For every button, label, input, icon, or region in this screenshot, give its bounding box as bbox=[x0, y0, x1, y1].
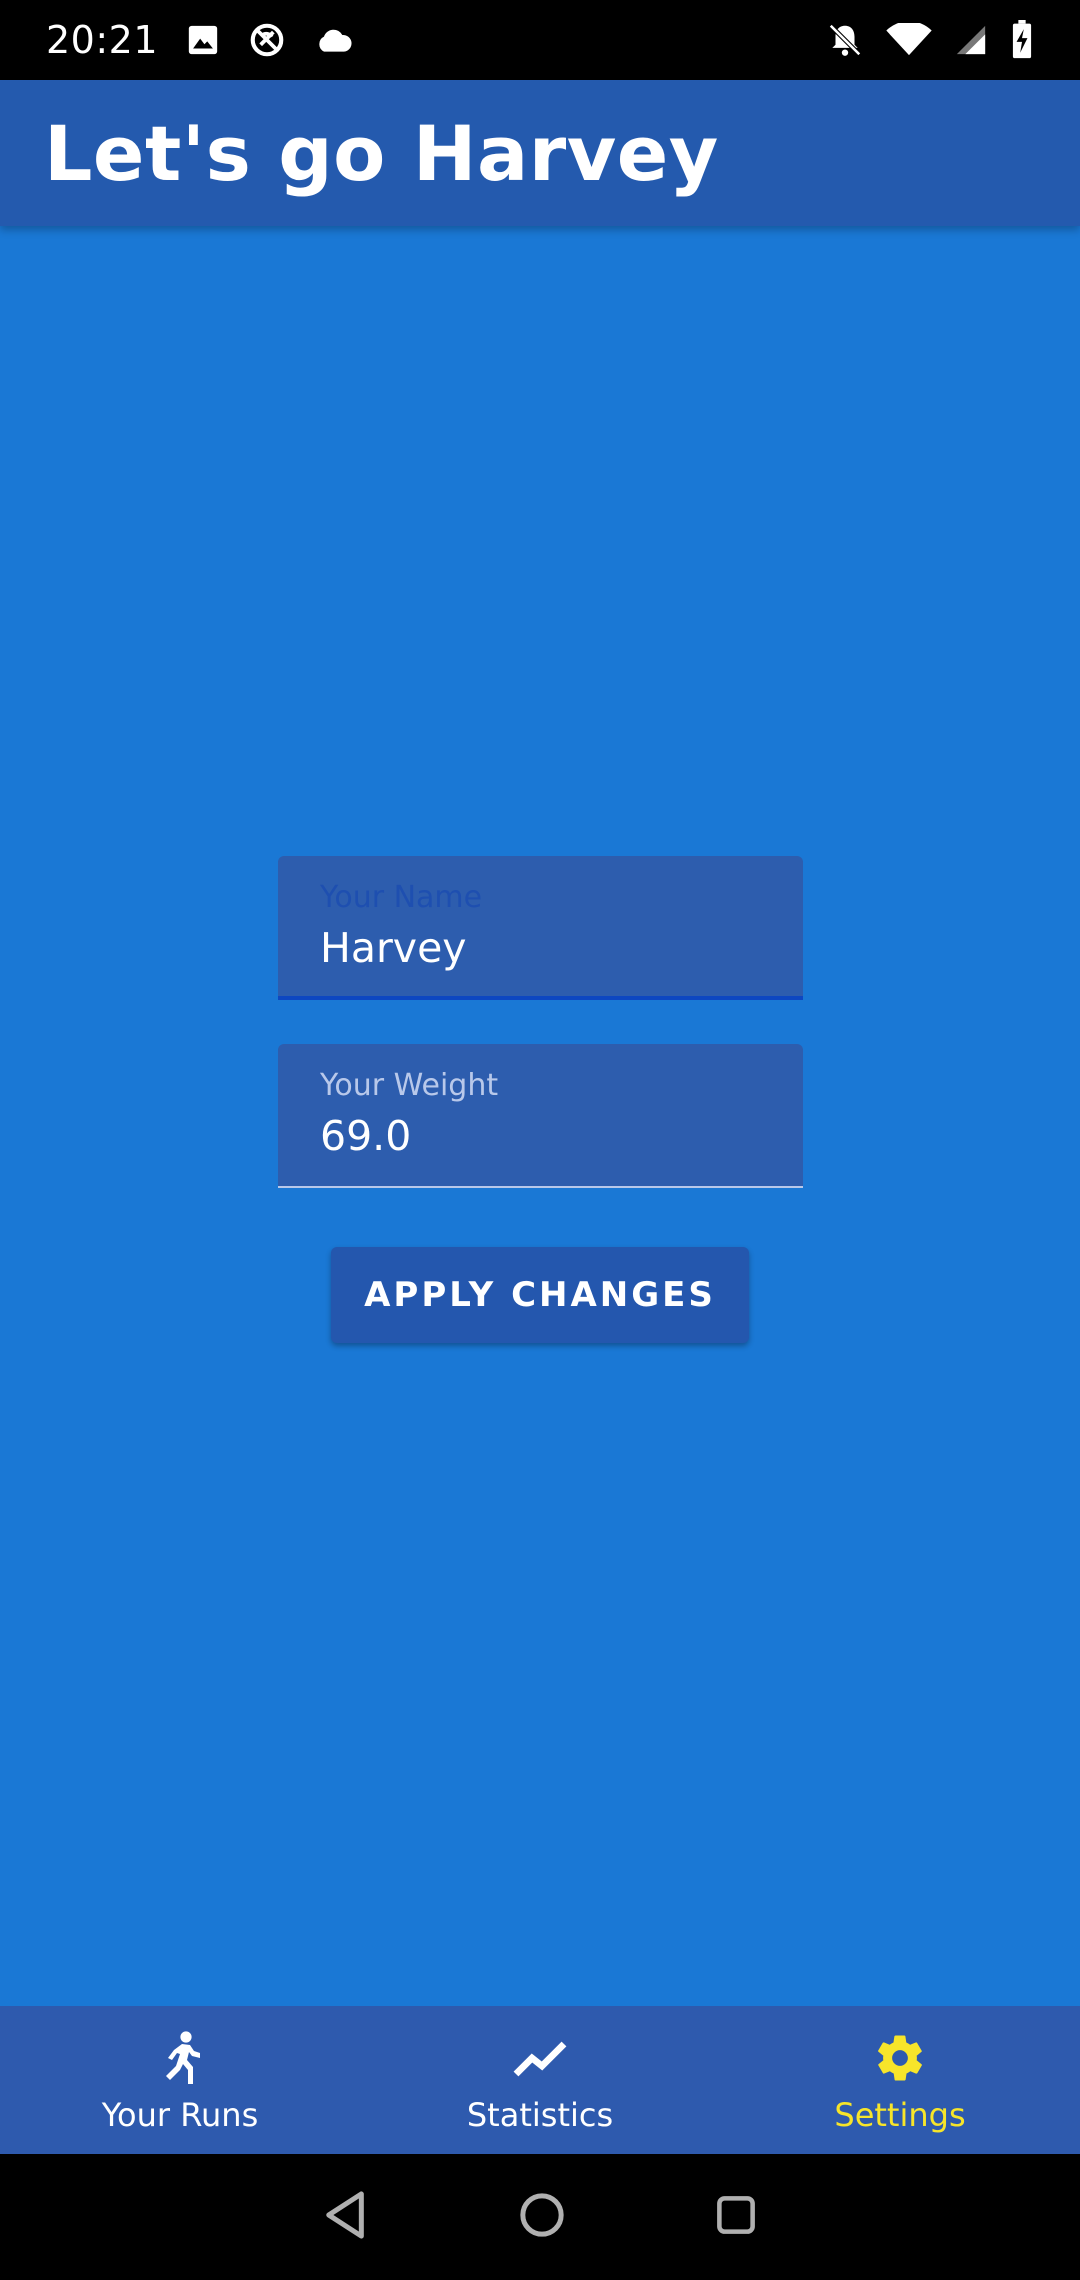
cloud-icon bbox=[314, 25, 354, 55]
nav-item-statistics[interactable]: Statistics bbox=[360, 2006, 720, 2154]
image-icon bbox=[186, 23, 220, 57]
weight-field-label: Your Weight bbox=[320, 1068, 499, 1103]
bottom-nav: Your Runs Statistics Settings bbox=[0, 2006, 1080, 2154]
nav-label-statistics: Statistics bbox=[466, 2096, 614, 2134]
weight-field-underline bbox=[278, 1186, 803, 1188]
sync-disabled-icon bbox=[248, 21, 286, 59]
home-icon[interactable] bbox=[519, 2192, 565, 2242]
name-field[interactable]: Your Name Harvey bbox=[278, 856, 803, 1000]
name-field-label: Your Name bbox=[320, 880, 483, 915]
nav-item-settings[interactable]: Settings bbox=[720, 2006, 1080, 2154]
settings-content: Your Name Harvey Your Weight 69.0 APPLY … bbox=[0, 226, 1080, 2006]
status-bar: 20:21 bbox=[0, 0, 1080, 80]
signal-icon bbox=[954, 23, 988, 57]
wifi-icon bbox=[886, 23, 932, 57]
battery-charging-icon bbox=[1010, 20, 1034, 60]
status-left: 20:21 bbox=[46, 18, 354, 62]
app-bar: Let's go Harvey bbox=[0, 80, 1080, 226]
name-field-value[interactable]: Harvey bbox=[320, 924, 467, 972]
running-icon bbox=[152, 2030, 208, 2086]
status-time: 20:21 bbox=[46, 18, 159, 62]
apply-changes-button[interactable]: APPLY CHANGES bbox=[331, 1247, 749, 1343]
nav-label-settings: Settings bbox=[834, 2096, 966, 2134]
weight-field-value[interactable]: 69.0 bbox=[320, 1112, 411, 1160]
back-icon[interactable] bbox=[323, 2190, 369, 2244]
gear-icon bbox=[872, 2030, 928, 2086]
notifications-off-icon bbox=[826, 21, 864, 59]
screen: 20:21 Let's go Harvey Your Name Harvey Y… bbox=[0, 0, 1080, 2280]
system-nav-bar bbox=[0, 2154, 1080, 2280]
nav-label-your-runs: Your Runs bbox=[101, 2096, 259, 2134]
recents-icon[interactable] bbox=[715, 2194, 757, 2240]
page-title: Let's go Harvey bbox=[44, 108, 719, 198]
nav-item-your-runs[interactable]: Your Runs bbox=[0, 2006, 360, 2154]
status-right bbox=[826, 20, 1034, 60]
name-field-underline bbox=[278, 996, 803, 1000]
trending-line-icon bbox=[512, 2030, 568, 2086]
weight-field[interactable]: Your Weight 69.0 bbox=[278, 1044, 803, 1188]
